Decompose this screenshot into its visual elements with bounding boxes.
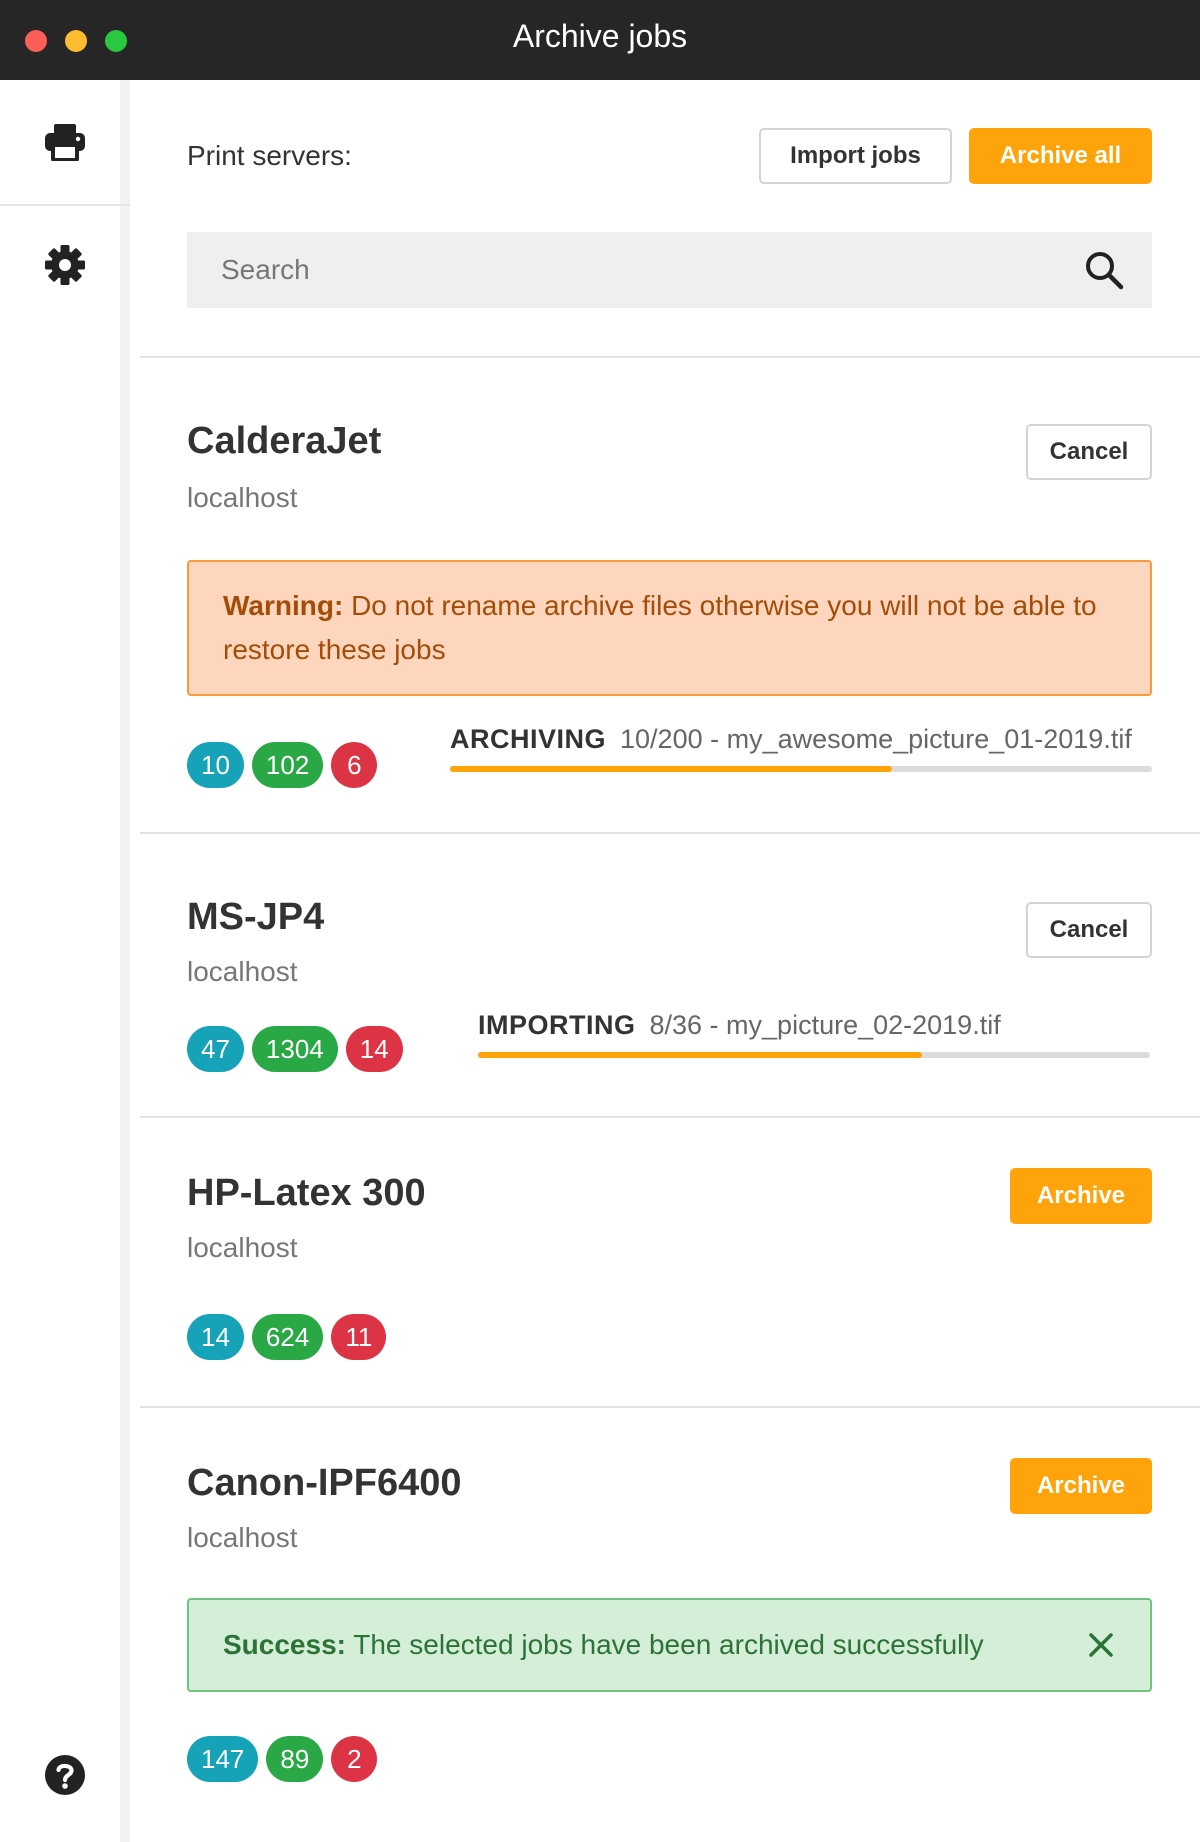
close-icon[interactable] [1084,1628,1118,1662]
app-window: Archive jobs Print servers: Import jobs … [0,0,1200,1842]
title-bar: Archive jobs [0,0,1200,80]
warning-alert: Warning: Do not rename archive files oth… [187,560,1152,696]
success-label: Success: [223,1629,346,1660]
sidebar-item-settings[interactable] [0,210,130,320]
server-card: HP-Latex 300 localhost Archive 14 624 11 [140,1118,1200,1408]
print-servers-label: Print servers: [187,140,352,171]
progress-fill [450,766,893,772]
progress-detail: 10/200 - my_awesome_picture_01-2019.tif [620,724,1132,754]
server-name: MS-JP4 [187,896,325,938]
cancel-button[interactable]: Cancel [1026,902,1152,958]
count-badge-error: 14 [345,1026,403,1072]
window-title: Archive jobs [512,18,688,54]
sidebar-item-printers[interactable] [0,80,130,206]
count-badge-done: 89 [266,1736,324,1782]
progress-state: IMPORTING [478,1010,636,1040]
count-badge-done: 624 [251,1314,324,1360]
count-badge-queued: 10 [187,742,244,788]
success-text: The selected jobs have been archived suc… [353,1629,984,1660]
success-alert: Success: The selected jobs have been arc… [187,1598,1152,1692]
archive-button[interactable]: Archive [1010,1458,1152,1514]
warning-label: Warning: [223,590,344,621]
search-box [187,232,1152,308]
import-jobs-button[interactable]: Import jobs [759,128,952,184]
job-counts: 47 1304 14 [187,1026,403,1072]
server-card: Canon-IPF6400 localhost Archive Success:… [140,1408,1200,1842]
progress-label: ARCHIVING 10/200 - my_awesome_picture_01-… [450,724,1132,755]
cancel-button[interactable]: Cancel [1026,424,1152,480]
progress-track [478,1052,1150,1058]
progress-track [450,766,1152,772]
archive-all-button[interactable]: Archive all [969,128,1152,184]
server-host: localhost [187,1522,298,1553]
progress-fill [478,1052,922,1058]
server-card: CalderaJet localhost Cancel Warning: Do … [140,356,1200,834]
progress-detail: 8/36 - my_picture_02-2019.tif [649,1010,1001,1040]
job-counts: 14 624 11 [187,1314,387,1360]
progress-state: ARCHIVING [450,724,607,754]
server-host: localhost [187,482,298,513]
main-content: Print servers: Import jobs Archive all C… [140,80,1200,1842]
count-badge-error: 11 [331,1314,387,1360]
search-input[interactable] [187,232,1067,308]
count-badge-queued: 147 [187,1736,259,1782]
progress-label: IMPORTING 8/36 - my_picture_02-2019.tif [478,1010,1001,1041]
gear-icon [45,245,85,285]
count-badge-queued: 14 [187,1314,244,1360]
job-counts: 10 102 6 [187,742,378,788]
job-progress: IMPORTING 8/36 - my_picture_02-2019.tif [478,1010,1150,1060]
archive-button[interactable]: Archive [1010,1168,1152,1224]
sidebar [0,80,130,1842]
count-badge-error: 2 [331,1736,378,1782]
sidebar-item-help[interactable] [0,1725,130,1825]
count-badge-done: 1304 [251,1026,338,1072]
server-name: CalderaJet [187,420,382,462]
job-counts: 147 89 2 [187,1736,378,1782]
toolbar: Print servers: Import jobs Archive all [140,80,1200,358]
server-host: localhost [187,1232,298,1263]
server-name: Canon-IPF6400 [187,1462,462,1504]
count-badge-error: 6 [331,742,378,788]
count-badge-done: 102 [251,742,324,788]
help-icon [45,1755,85,1795]
server-name: HP-Latex 300 [187,1172,426,1214]
search-icon[interactable] [1084,250,1124,290]
printer-icon [45,124,85,161]
job-progress: ARCHIVING 10/200 - my_awesome_picture_01-… [450,724,1152,774]
server-card: MS-JP4 localhost Cancel 47 1304 14 IMPOR… [140,834,1200,1118]
warning-text: Do not rename archive files otherwise yo… [223,590,1097,665]
count-badge-queued: 47 [187,1026,244,1072]
server-host: localhost [187,956,298,987]
